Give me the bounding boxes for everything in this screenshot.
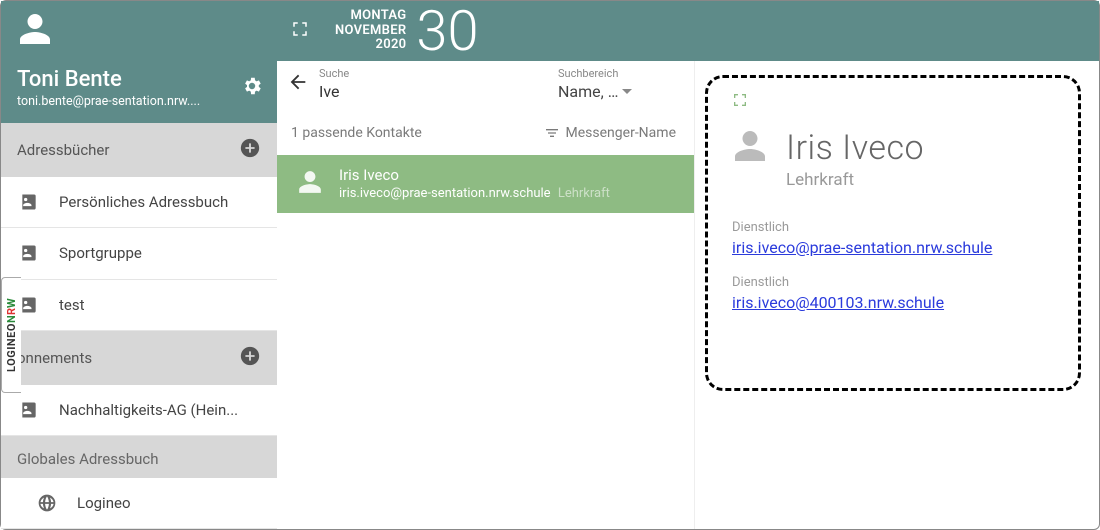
- add-addressbook-icon[interactable]: [239, 137, 261, 163]
- detail-column: Iris Iveco Lehrkraft Dienstlich iris.ive…: [695, 61, 1099, 529]
- search-column: Suche Suchbereich Name, … 1 passende Kon…: [277, 61, 695, 529]
- topbar: MONTAG NOVEMBER 2020 30: [277, 1, 1099, 61]
- contact-name: Iris Iveco: [339, 165, 610, 185]
- sidebar: Toni Bente toni.bente@prae-sentation.nrw…: [1, 1, 277, 529]
- section-subscriptions: onnements: [1, 331, 277, 385]
- sort-button[interactable]: Messenger-Name: [544, 125, 676, 141]
- subscription-item[interactable]: Nachhaltigkeits-AG (Hein...: [1, 385, 277, 436]
- detail-card: Iris Iveco Lehrkraft Dienstlich iris.ive…: [705, 75, 1081, 391]
- global-item[interactable]: Logineo: [1, 478, 277, 529]
- user-avatar-icon: [17, 11, 261, 51]
- user-block: Toni Bente toni.bente@prae-sentation.nrw…: [1, 1, 277, 123]
- contact-email: iris.iveco@prae-sentation.nrw.schule: [339, 186, 551, 201]
- section-subscriptions-label: onnements: [17, 349, 92, 367]
- addressbook-item[interactable]: Persönliches Adressbuch: [1, 177, 277, 228]
- add-subscription-icon[interactable]: [239, 345, 261, 371]
- addressbook-icon: [17, 190, 41, 214]
- chevron-down-icon: [622, 82, 632, 101]
- back-arrow-icon[interactable]: [287, 71, 309, 97]
- year: 2020: [335, 38, 406, 53]
- scope-select[interactable]: Name, …: [558, 82, 678, 101]
- addressbook-label: test: [59, 296, 85, 314]
- user-email: toni.bente@prae-sentation.nrw....: [17, 94, 261, 109]
- user-name: Toni Bente: [17, 67, 261, 92]
- contact-role: Lehrkraft: [558, 186, 610, 201]
- month: NOVEMBER: [335, 24, 406, 39]
- detail-entry-label: Dienstlich: [732, 220, 1054, 235]
- section-addressbooks-label: Adressbücher: [17, 141, 109, 159]
- addressbook-icon: [17, 398, 41, 422]
- addressbook-item[interactable]: test: [1, 280, 277, 331]
- detail-role: Lehrkraft: [786, 170, 1054, 190]
- section-global-label: Globales Adressbuch: [1, 436, 277, 478]
- addressbook-item[interactable]: Sportgruppe: [1, 228, 277, 279]
- global-item-label: Logineo: [77, 494, 131, 512]
- settings-gear-icon[interactable]: [241, 75, 263, 101]
- weekday: MONTAG: [335, 9, 406, 24]
- detail-entry-label: Dienstlich: [732, 275, 1054, 290]
- date-block: MONTAG NOVEMBER 2020 30: [335, 3, 479, 59]
- fullscreen-icon[interactable]: [291, 20, 309, 42]
- addressbook-label: Sportgruppe: [59, 244, 142, 262]
- detail-avatar-icon: [732, 128, 768, 168]
- subscription-label: Nachhaltigkeits-AG (Hein...: [59, 401, 238, 419]
- addressbook-icon: [17, 241, 41, 265]
- scope-label: Suchbereich: [558, 67, 678, 80]
- addressbook-label: Persönliches Adressbuch: [59, 193, 228, 211]
- section-addressbooks: Adressbücher: [1, 123, 277, 177]
- detail-fullscreen-icon[interactable]: [732, 92, 748, 112]
- detail-name: Iris Iveco: [786, 128, 924, 168]
- search-input[interactable]: [319, 82, 548, 101]
- sort-label: Messenger-Name: [566, 125, 676, 141]
- result-count: 1 passende Kontakte: [291, 125, 422, 141]
- day-number: 30: [416, 3, 478, 59]
- globe-icon: [35, 491, 59, 515]
- main-area: MONTAG NOVEMBER 2020 30 Suche: [277, 1, 1099, 529]
- detail-email-link[interactable]: iris.iveco@400103.nrw.schule: [732, 293, 944, 312]
- search-label: Suche: [319, 67, 548, 80]
- search-bar: Suche Suchbereich Name, …: [277, 61, 694, 109]
- contact-avatar-icon: [297, 169, 323, 199]
- contact-row[interactable]: Iris Iveco iris.iveco@prae-sentation.nrw…: [277, 155, 694, 213]
- detail-email-link[interactable]: iris.iveco@prae-sentation.nrw.schule: [732, 238, 992, 257]
- logineo-side-tab[interactable]: LOGINEONRW: [1, 277, 21, 393]
